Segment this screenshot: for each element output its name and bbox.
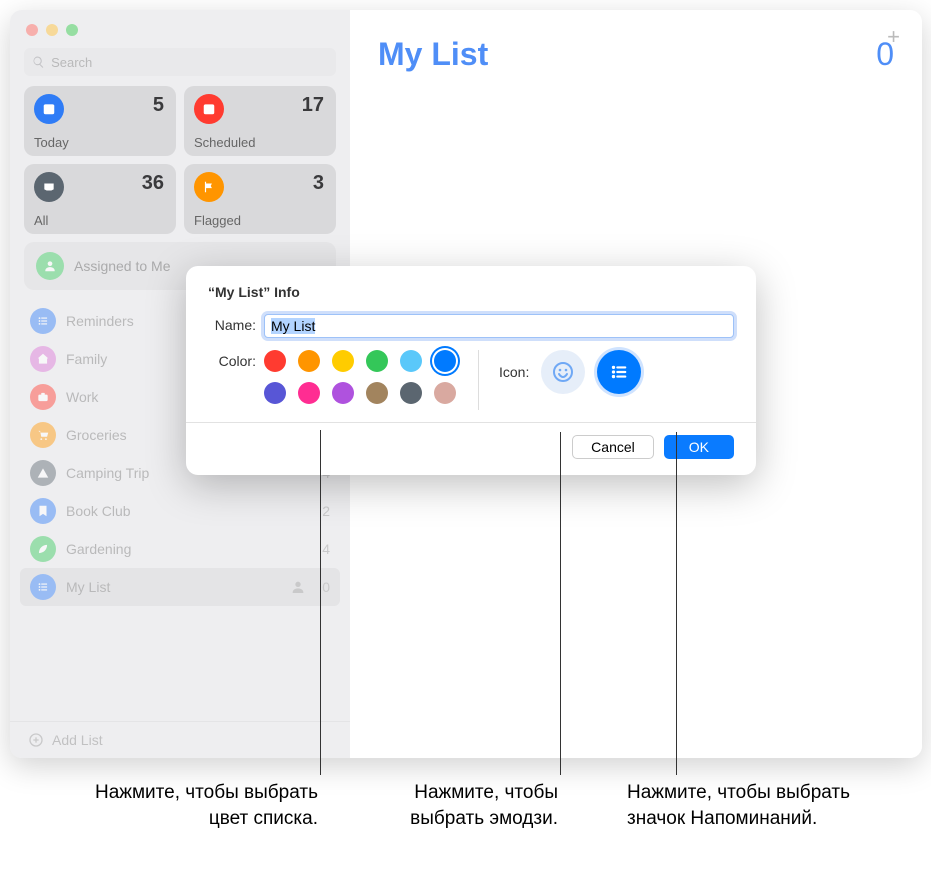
cancel-button[interactable]: Cancel <box>572 435 654 459</box>
smart-all-label: All <box>34 213 48 228</box>
smart-today[interactable]: 5 Today <box>24 86 176 156</box>
smiley-icon <box>551 360 575 384</box>
color-swatch[interactable] <box>264 350 286 372</box>
modal-divider <box>186 422 756 423</box>
color-swatch[interactable] <box>400 350 422 372</box>
list-name-input[interactable] <box>264 314 734 338</box>
list-bullet-icon <box>608 361 630 383</box>
name-field-label: Name: <box>208 314 264 333</box>
color-swatch[interactable] <box>366 382 388 404</box>
smart-flagged[interactable]: 3 Flagged <box>184 164 336 234</box>
color-swatch[interactable] <box>434 350 456 372</box>
callout-text-icon: Нажмите, чтобы выбрать значок Напоминани… <box>627 780 887 831</box>
calendar-today-icon <box>42 102 56 116</box>
callout-line-color <box>320 430 321 775</box>
color-swatch[interactable] <box>366 350 388 372</box>
emoji-picker-button[interactable] <box>541 350 585 394</box>
smart-flagged-label: Flagged <box>194 213 241 228</box>
modal-title: “My List” Info <box>208 284 734 300</box>
smart-scheduled-count: 17 <box>302 94 324 117</box>
smart-flagged-count: 3 <box>313 172 324 195</box>
color-swatch[interactable] <box>298 382 320 404</box>
color-swatch[interactable] <box>332 350 354 372</box>
color-swatch[interactable] <box>400 382 422 404</box>
icon-field-label: Icon: <box>499 364 529 380</box>
smart-today-count: 5 <box>153 94 164 117</box>
icon-picker-button[interactable] <box>597 350 641 394</box>
smart-scheduled-label: Scheduled <box>194 135 255 150</box>
ok-button[interactable]: OK <box>664 435 734 459</box>
color-swatch[interactable] <box>298 350 320 372</box>
smart-all-count: 36 <box>142 172 164 195</box>
tray-icon <box>42 180 56 194</box>
calendar-icon <box>202 102 216 116</box>
callout-line-emoji <box>560 432 561 775</box>
callout-text-emoji: Нажмите, чтобы выбрать эмодзи. <box>358 780 558 831</box>
flag-icon <box>202 180 216 194</box>
color-swatch[interactable] <box>264 382 286 404</box>
list-info-modal: “My List” Info Name: Color: Icon: Cancel… <box>186 266 756 475</box>
add-reminder-button[interactable]: + <box>887 24 900 50</box>
smart-today-label: Today <box>34 135 69 150</box>
vertical-divider <box>478 350 479 410</box>
color-swatch[interactable] <box>332 382 354 404</box>
callout-text-color: Нажмите, чтобы выбрать цвет списка. <box>78 780 318 831</box>
smart-all[interactable]: 36 All <box>24 164 176 234</box>
callout-line-icon <box>676 432 677 775</box>
smart-scheduled[interactable]: 17 Scheduled <box>184 86 336 156</box>
list-title: My List <box>378 36 488 73</box>
color-swatches <box>264 350 458 404</box>
color-field-label: Color: <box>208 350 264 369</box>
color-swatch[interactable] <box>434 382 456 404</box>
